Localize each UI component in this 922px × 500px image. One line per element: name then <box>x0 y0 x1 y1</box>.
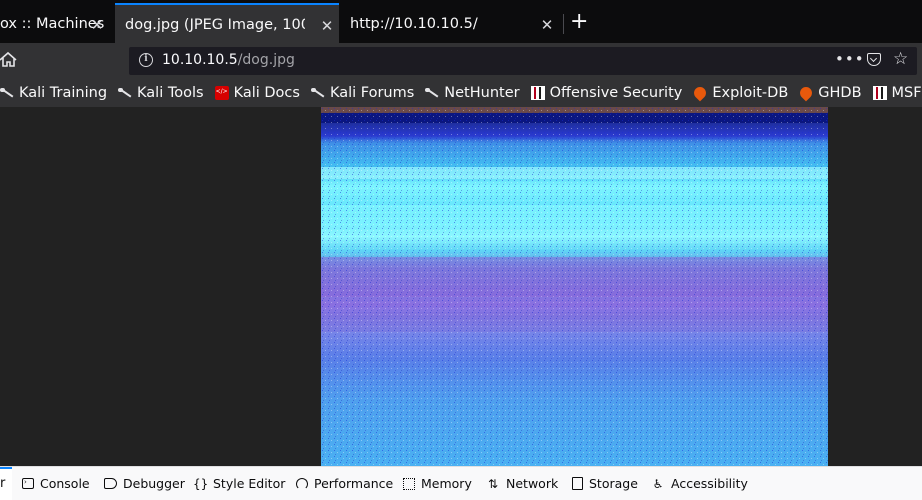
kali-dragon-icon <box>425 86 439 100</box>
exploit-db-icon <box>797 84 815 102</box>
tab-debugger[interactable]: Debugger <box>104 467 185 500</box>
url-bar[interactable]: i 10.10.10.5/dog.jpg ••• ☆ <box>129 47 917 75</box>
bookmark-label: Exploit-DB <box>712 85 789 101</box>
tab-http-10-10-10-5[interactable]: http://10.10.10.5/ ✕ <box>340 5 560 43</box>
tab-title: dog.jpg (JPEG Image, 1000 × <box>125 17 305 33</box>
tab-network[interactable]: ⇅ Network <box>486 467 558 500</box>
close-icon[interactable]: ✕ <box>320 17 334 35</box>
exploit-db-icon <box>691 84 709 102</box>
tab-label: Debugger <box>123 476 185 491</box>
tab-dog-jpg[interactable]: dog.jpg (JPEG Image, 1000 × ✕ <box>115 3 339 45</box>
bookmark-ghdb[interactable]: GHDB <box>797 84 862 102</box>
url-text[interactable]: 10.10.10.5/dog.jpg <box>162 52 295 68</box>
kali-dragon-icon <box>118 86 132 100</box>
bookmark-offensive-security[interactable]: Offensive Security <box>530 85 683 101</box>
bookmark-star-icon[interactable]: ☆ <box>893 49 908 69</box>
tab-style-editor[interactable]: {} Style Editor <box>193 467 285 500</box>
tab-label: Performance <box>314 476 394 491</box>
devtools-toolbar: r › Console Debugger {} Style Editor Per… <box>0 466 922 500</box>
bookmark-label: GHDB <box>818 85 862 101</box>
bookmark-kali-tools[interactable]: Kali Tools <box>118 85 204 101</box>
bookmark-nethunter[interactable]: NetHunter <box>425 85 520 101</box>
site-info-icon[interactable]: i <box>139 53 153 67</box>
bookmark-kali-forums[interactable]: Kali Forums <box>310 85 415 101</box>
bookmark-exploit-db[interactable]: Exploit-DB <box>691 84 789 102</box>
tab-label: Style Editor <box>213 476 286 491</box>
style-editor-icon: {} <box>193 476 209 491</box>
bookmark-msfu[interactable]: MSFU <box>872 85 922 101</box>
tab-label: r <box>0 476 6 491</box>
tab-machines[interactable]: ox :: Machines ✕ <box>0 5 106 43</box>
tab-console[interactable]: › Console <box>22 467 90 500</box>
bookmark-label: Kali Docs <box>233 85 300 101</box>
bookmark-label: Kali Forums <box>329 85 415 101</box>
storage-icon <box>572 477 583 490</box>
url-host: 10.10.10.5 <box>162 52 238 68</box>
console-icon: › <box>22 478 34 489</box>
offsec-icon <box>530 86 545 100</box>
dog-jpg-image <box>321 107 828 466</box>
tab-label: Network <box>506 476 559 491</box>
bookmark-label: NetHunter <box>444 85 520 101</box>
tab-label: Memory <box>421 476 472 491</box>
close-icon[interactable]: ✕ <box>90 16 104 34</box>
close-icon[interactable]: ✕ <box>540 16 554 34</box>
bookmark-label: Kali Training <box>19 85 108 101</box>
tab-label: Console <box>40 476 90 491</box>
tab-separator <box>563 14 564 34</box>
tab-memory[interactable]: Memory <box>403 467 472 500</box>
tab-inspector[interactable]: r <box>0 467 12 500</box>
new-tab-button[interactable]: + <box>570 10 588 34</box>
page-viewport <box>0 107 922 466</box>
tab-performance[interactable]: Performance <box>296 467 393 500</box>
bookmarks-toolbar: Kali Training Kali Tools Kali Docs Kali … <box>0 79 922 107</box>
performance-icon <box>296 477 308 490</box>
accessibility-icon: ♿ <box>652 476 664 491</box>
tab-label: Accessibility <box>671 476 748 491</box>
network-icon: ⇅ <box>487 476 499 491</box>
page-actions-more-icon[interactable]: ••• <box>835 50 865 68</box>
bookmark-label: Offensive Security <box>549 85 683 101</box>
tab-title: ox :: Machines <box>0 16 105 32</box>
home-icon[interactable] <box>0 51 18 69</box>
memory-icon <box>403 477 415 490</box>
offsec-icon <box>872 86 887 100</box>
tab-storage[interactable]: Storage <box>572 467 638 500</box>
tab-strip: ox :: Machines ✕ dog.jpg (JPEG Image, 10… <box>0 0 922 45</box>
pocket-icon[interactable] <box>867 53 881 66</box>
bookmark-kali-docs[interactable]: Kali Docs <box>214 85 300 101</box>
tab-accessibility[interactable]: ♿ Accessibility <box>651 467 748 500</box>
kali-docs-icon <box>214 86 229 100</box>
bookmark-kali-training[interactable]: Kali Training <box>0 85 107 101</box>
bookmark-label: Kali Tools <box>137 85 204 101</box>
navigation-toolbar: i 10.10.10.5/dog.jpg ••• ☆ <box>0 43 922 79</box>
kali-dragon-icon <box>0 86 14 100</box>
bookmark-label: MSFU <box>891 85 922 101</box>
url-path: /dog.jpg <box>237 52 295 68</box>
kali-dragon-icon <box>310 86 325 100</box>
debugger-icon <box>104 478 117 489</box>
tab-title: http://10.10.10.5/ <box>350 16 478 32</box>
tab-label: Storage <box>589 476 638 491</box>
